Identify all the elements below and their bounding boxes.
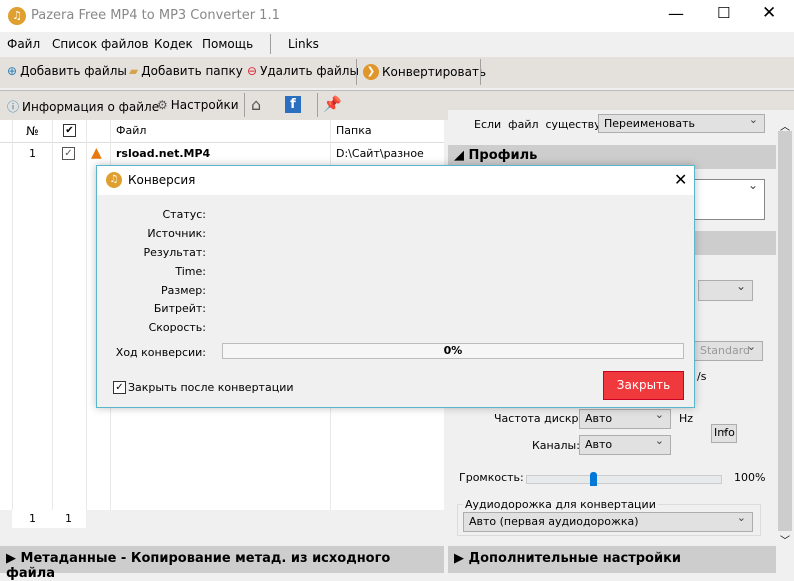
row-checkbox[interactable]: ✓ [62, 147, 75, 160]
close-dialog-button[interactable]: Закрыть [603, 371, 684, 400]
scrollbar-thumb[interactable] [778, 131, 792, 531]
info-button[interactable]: Info [711, 423, 737, 443]
time-label: Time: [175, 265, 206, 278]
menu-file-list[interactable]: Список файлов [52, 37, 149, 51]
remove-files-button[interactable]: ⊖ Удалить файлы [247, 64, 359, 78]
table-row[interactable]: 1 ✓ ▲ rsload.net.MP4 D:\Сайт\разное [0, 143, 444, 165]
maximize-button[interactable]: ☐ [717, 4, 730, 22]
progress-value: 0% [443, 344, 463, 357]
file-info-button[interactable]: ⓘ Информация о файле [7, 98, 159, 115]
menu-file[interactable]: Файл [7, 37, 40, 51]
menu-links[interactable]: Links [288, 37, 319, 51]
volume-label: Громкость: [459, 471, 524, 484]
footer-checked: 1 [65, 512, 72, 525]
source-label: Источник: [147, 227, 206, 240]
channels-label: Каналы: [532, 439, 580, 452]
menu-bar: Файл Список файлов Кодек Помощь Links [0, 32, 794, 56]
gear-icon: ⚙ [157, 98, 168, 112]
add-folder-icon: ▰ [129, 64, 139, 78]
audio-track-group-label: Аудиодорожка для конвертации [463, 498, 658, 511]
row-number: 1 [29, 147, 36, 160]
dialog-title: Конверсия [128, 173, 196, 187]
add-folder-button[interactable]: ▰ Добавить папку [129, 64, 243, 78]
select-all-checkbox[interactable]: ✔ [63, 124, 76, 137]
advanced-section-header[interactable]: ▶ Дополнительные настройки [448, 546, 776, 573]
audio-track-select[interactable]: Авто (первая аудиодорожка) [463, 511, 753, 532]
conversion-dialog: ♫ Конверсия ✕ Статус: Источник: Результа… [96, 165, 695, 408]
title-bar: ♫ Pazera Free MP4 to MP3 Converter 1.1 —… [0, 0, 794, 32]
progress-label: Ход конверсии: [115, 346, 206, 359]
row-folder: D:\Сайт\разное [336, 147, 424, 160]
scroll-down-icon[interactable]: ﹀ [780, 532, 790, 547]
facebook-icon[interactable]: f [285, 96, 301, 113]
volume-slider[interactable] [526, 472, 722, 486]
metadata-section-header[interactable]: ▶ Метаданные - Копирование метад. из исх… [0, 546, 444, 581]
row-file: rsload.net.MP4 [116, 147, 211, 160]
menu-help[interactable]: Помощь [202, 37, 253, 51]
info-icon: ⓘ [7, 100, 20, 114]
volume-value: 100% [734, 471, 766, 484]
column-number[interactable]: № [26, 124, 38, 138]
dialog-close-icon[interactable]: ✕ [674, 170, 687, 189]
footer-count: 1 [29, 512, 36, 525]
bitrate-unit: /s [697, 370, 707, 383]
app-icon: ♫ [106, 172, 122, 188]
volume-slider-thumb[interactable] [589, 472, 597, 486]
hz-label: Hz [679, 412, 694, 425]
close-after-label[interactable]: Закрыть после конвертации [128, 381, 294, 394]
vlc-icon: ▲ [91, 145, 102, 161]
bitrate-label: Битрейт: [153, 302, 206, 315]
size-label: Размер: [161, 284, 206, 297]
scrollbar[interactable]: ︿ ﹀ [776, 110, 794, 547]
menu-codec[interactable]: Кодек [154, 37, 193, 51]
add-file-icon: ⊕ [7, 64, 18, 78]
speed-label: Скорость: [148, 321, 206, 334]
list-footer: 1 1 [0, 510, 444, 528]
convert-button[interactable]: ❯ Конвертировать [363, 64, 486, 80]
column-file[interactable]: Файл [116, 124, 146, 137]
close-window-button[interactable]: ✕ [762, 3, 776, 23]
if-exists-select[interactable]: Переименовать [598, 113, 765, 133]
mode-select[interactable]: Standard [694, 340, 763, 361]
conversion-progress-bar: 0% [222, 343, 684, 359]
status-label: Статус: [162, 208, 206, 221]
channels-select[interactable]: Авто [579, 434, 671, 455]
sample-rate-select[interactable]: Авто [579, 408, 671, 429]
column-folder[interactable]: Папка [336, 124, 372, 137]
result-label: Результат: [143, 246, 206, 259]
remove-file-icon: ⊖ [247, 64, 258, 78]
window-title: Pazera Free MP4 to MP3 Converter 1.1 [31, 8, 280, 23]
sample-rate-label: Частота дискр.: [494, 412, 586, 425]
home-icon[interactable]: ⌂ [251, 95, 261, 114]
convert-icon: ❯ [363, 64, 379, 80]
list-header: № ✔ Файл Папка [0, 120, 444, 143]
codec-select[interactable] [698, 279, 753, 301]
add-files-button[interactable]: ⊕ Добавить файлы [7, 64, 127, 78]
pin-icon[interactable]: 📌 [323, 95, 342, 113]
minimize-button[interactable]: — [668, 4, 684, 23]
dialog-title-bar: ♫ Конверсия ✕ [97, 166, 694, 195]
if-exists-label: Если файл существует: [474, 118, 618, 131]
toolbar-main: ⊕ Добавить файлы ▰ Добавить папку ⊖ Удалить… [0, 57, 794, 88]
close-after-checkbox[interactable]: ✓ [113, 381, 126, 394]
app-icon: ♫ [8, 7, 26, 25]
settings-button[interactable]: ⚙ Настройки [157, 98, 239, 112]
